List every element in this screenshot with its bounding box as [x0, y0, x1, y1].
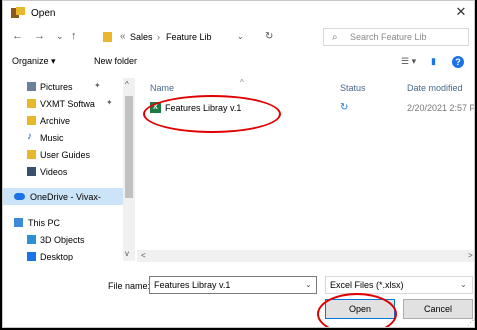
- pictures-icon: [27, 82, 36, 91]
- file-date: 2/20/2021 2:57 P: [407, 103, 475, 113]
- navigation-bar: ← → ⌄ ↑ « Sales › Feature Lib ⌄ ↻ ⌕ Sear…: [3, 25, 474, 49]
- sidebar-item-this-pc[interactable]: This PC: [3, 214, 123, 231]
- sidebar-item-pictures[interactable]: Pictures ✦: [3, 78, 123, 95]
- search-input[interactable]: Search Feature Lib: [350, 32, 427, 42]
- window-title: Open: [31, 8, 56, 19]
- sidebar-item-label: User Guides: [40, 150, 91, 160]
- music-icon: ♪: [27, 131, 32, 142]
- videos-icon: [27, 167, 36, 176]
- excel-file-icon: X: [150, 102, 161, 113]
- file-type-select[interactable]: Excel Files (*.xlsx) ⌄: [325, 276, 473, 294]
- sidebar-item-3d-objects[interactable]: 3D Objects: [3, 231, 123, 248]
- scroll-down-icon[interactable]: v: [125, 249, 129, 258]
- open-button[interactable]: Open: [325, 299, 395, 319]
- up-icon[interactable]: ↑: [71, 30, 77, 42]
- back-icon[interactable]: ←: [12, 30, 23, 42]
- toolbar: Organize ▾ New folder ☰ ▾ ▮ ?: [3, 51, 474, 73]
- horizontal-scrollbar[interactable]: < >: [137, 250, 474, 262]
- folder-icon: [103, 32, 112, 42]
- sidebar-item-videos[interactable]: Videos: [3, 163, 123, 180]
- open-file-dialog: Open ✕ ← → ⌄ ↑ « Sales › Feature Lib ⌄ ↻…: [2, 0, 475, 328]
- sidebar-item-label: OneDrive - Vivax-: [30, 192, 101, 202]
- column-status[interactable]: Status: [340, 83, 366, 93]
- sidebar-item-archive[interactable]: Archive: [3, 112, 123, 129]
- sidebar-item-label: Desktop: [40, 252, 74, 261]
- refresh-icon[interactable]: ↻: [265, 31, 273, 42]
- close-icon[interactable]: ✕: [454, 5, 468, 19]
- address-bar[interactable]: « Sales › Feature Lib ⌄: [99, 28, 320, 46]
- sidebar: Pictures ✦ VXMT Softwa ✦ Archive ♪ Music…: [3, 78, 135, 261]
- breadcrumb-separator: ›: [157, 32, 160, 42]
- search-icon: ⌕: [332, 32, 338, 43]
- new-folder-button[interactable]: New folder: [94, 56, 137, 66]
- sidebar-item-label: Pictures: [40, 82, 73, 92]
- sidebar-scrollbar[interactable]: ^ v: [123, 78, 135, 261]
- overflow-icon[interactable]: «: [120, 31, 126, 42]
- sidebar-item-label: Videos: [40, 167, 68, 177]
- sidebar-item-label: Archive: [40, 116, 71, 126]
- scroll-left-icon[interactable]: <: [141, 251, 146, 260]
- sidebar-item-vxmt[interactable]: VXMT Softwa ✦: [3, 95, 123, 112]
- scroll-up-icon[interactable]: ^: [125, 80, 129, 89]
- scroll-right-icon[interactable]: >: [468, 251, 473, 260]
- search-box[interactable]: ⌕ Search Feature Lib: [323, 28, 469, 46]
- file-name: Features Libray v.1: [165, 103, 242, 113]
- folder-icon: [27, 116, 36, 125]
- breadcrumb-sales[interactable]: Sales: [130, 32, 153, 42]
- file-type-value: Excel Files (*.xlsx): [330, 280, 404, 290]
- app-icon: [11, 7, 25, 18]
- forward-icon[interactable]: →: [34, 30, 45, 42]
- desktop-icon: [27, 252, 36, 261]
- sidebar-item-desktop[interactable]: Desktop: [3, 248, 123, 261]
- chevron-down-icon[interactable]: ⌄: [460, 280, 467, 289]
- breadcrumb-feature-lib[interactable]: Feature Lib: [166, 32, 212, 42]
- sidebar-item-label: VXMT Softwa: [40, 99, 95, 109]
- sync-icon: ↻: [340, 102, 349, 113]
- title-bar: Open ✕: [3, 1, 474, 25]
- sidebar-item-label: This PC: [28, 218, 61, 228]
- pin-icon[interactable]: ✦: [94, 81, 101, 90]
- sidebar-item-label: 3D Objects: [40, 235, 85, 245]
- organize-button[interactable]: Organize ▾: [12, 56, 56, 67]
- pin-icon[interactable]: ✦: [106, 98, 113, 107]
- folder-icon: [27, 150, 36, 159]
- cancel-button[interactable]: Cancel: [403, 299, 473, 319]
- onedrive-icon: [14, 193, 25, 200]
- recent-locations-icon[interactable]: ⌄: [56, 30, 64, 42]
- file-row[interactable]: X Features Libray v.1 ↻ 2/20/2021 2:57 P: [146, 100, 475, 117]
- column-date-modified[interactable]: Date modified: [407, 83, 463, 93]
- view-options-icon[interactable]: ☰ ▾: [401, 56, 416, 67]
- column-name[interactable]: Name: [150, 83, 174, 93]
- file-name-field[interactable]: Features Libray v.1 ⌄: [149, 276, 317, 294]
- sidebar-item-onedrive[interactable]: OneDrive - Vivax-: [3, 188, 123, 205]
- chevron-down-icon[interactable]: ⌄: [237, 32, 244, 41]
- preview-pane-icon[interactable]: ▮: [431, 56, 436, 67]
- sidebar-item-music[interactable]: ♪ Music: [3, 129, 123, 146]
- file-name-value: Features Libray v.1: [154, 280, 231, 290]
- pc-icon: [14, 218, 23, 227]
- chevron-down-icon[interactable]: ⌄: [305, 280, 312, 289]
- file-name-label: File name:: [108, 281, 151, 291]
- scrollbar-thumb[interactable]: [125, 96, 133, 198]
- sort-indicator-icon: ^: [240, 78, 244, 87]
- folder-icon: [27, 99, 36, 108]
- help-icon[interactable]: ?: [452, 56, 464, 68]
- 3d-objects-icon: [27, 235, 36, 244]
- file-list: ^ Name Status Date modified X Features L…: [137, 78, 475, 250]
- sidebar-item-label: Music: [40, 133, 64, 143]
- sidebar-item-user-guides[interactable]: User Guides: [3, 146, 123, 163]
- resize-grip-icon[interactable]: ⋰: [467, 319, 474, 327]
